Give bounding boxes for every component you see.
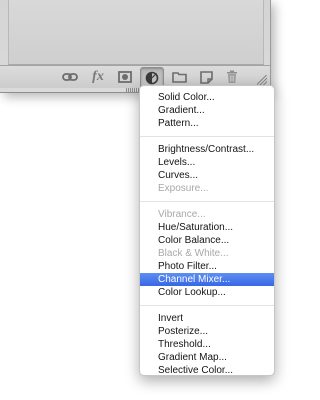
menu-item-curves[interactable]: Curves... <box>140 169 274 182</box>
menu-item-black-white: Black & White... <box>158 248 229 259</box>
link-layers-icon[interactable] <box>62 69 78 85</box>
delete-layer-trash-icon[interactable] <box>224 69 240 85</box>
menu-item-photo-filter[interactable]: Photo Filter... <box>140 260 274 273</box>
menu-item-color-lookup[interactable]: Color Lookup... <box>140 286 274 299</box>
menu-item-invert[interactable]: Invert <box>140 312 274 325</box>
layer-mask-icon[interactable] <box>117 69 133 85</box>
menu-item-hue-saturation[interactable]: Hue/Saturation... <box>140 221 274 234</box>
menu-item-solid-color[interactable]: Solid Color... <box>140 91 274 104</box>
menu-separator <box>140 136 274 137</box>
menu-section-fill: Solid Color... Gradient... Pattern... <box>140 91 274 130</box>
new-layer-icon[interactable] <box>198 69 214 85</box>
menu-item-pattern[interactable]: Pattern... <box>140 117 274 130</box>
layers-panel: fx <box>0 0 271 93</box>
menu-item-levels[interactable]: Levels... <box>140 156 274 169</box>
menu-section-special: Invert Posterize... Threshold... Gradien… <box>140 312 274 377</box>
menu-item-posterize[interactable]: Posterize... <box>140 325 274 338</box>
menu-separator <box>140 201 274 202</box>
menu-item-threshold[interactable]: Threshold... <box>140 338 274 351</box>
menu-item-selective-color[interactable]: Selective Color... <box>140 364 274 377</box>
menu-section-color: Vibrance... Hue/Saturation... Color Bala… <box>140 208 274 299</box>
new-group-folder-icon[interactable] <box>171 69 187 85</box>
layers-list-area <box>8 0 264 65</box>
menu-separator <box>140 305 274 306</box>
panel-resize-grip[interactable] <box>257 75 267 85</box>
layer-style-fx-icon[interactable]: fx <box>90 69 106 85</box>
menu-item-vibrance: Vibrance... <box>158 209 206 220</box>
menu-item-gradient[interactable]: Gradient... <box>140 104 274 117</box>
adjustment-layer-menu: Solid Color... Gradient... Pattern... Br… <box>139 85 275 376</box>
menu-item-brightness-contrast[interactable]: Brightness/Contrast... <box>140 143 274 156</box>
menu-item-channel-mixer[interactable]: Channel Mixer... <box>140 273 274 286</box>
panel-drag-grip[interactable] <box>126 88 140 92</box>
menu-item-exposure: Exposure... <box>158 183 209 194</box>
menu-section-tone: Brightness/Contrast... Levels... Curves.… <box>140 143 274 195</box>
menu-item-color-balance[interactable]: Color Balance... <box>140 234 274 247</box>
menu-item-gradient-map[interactable]: Gradient Map... <box>140 351 274 364</box>
